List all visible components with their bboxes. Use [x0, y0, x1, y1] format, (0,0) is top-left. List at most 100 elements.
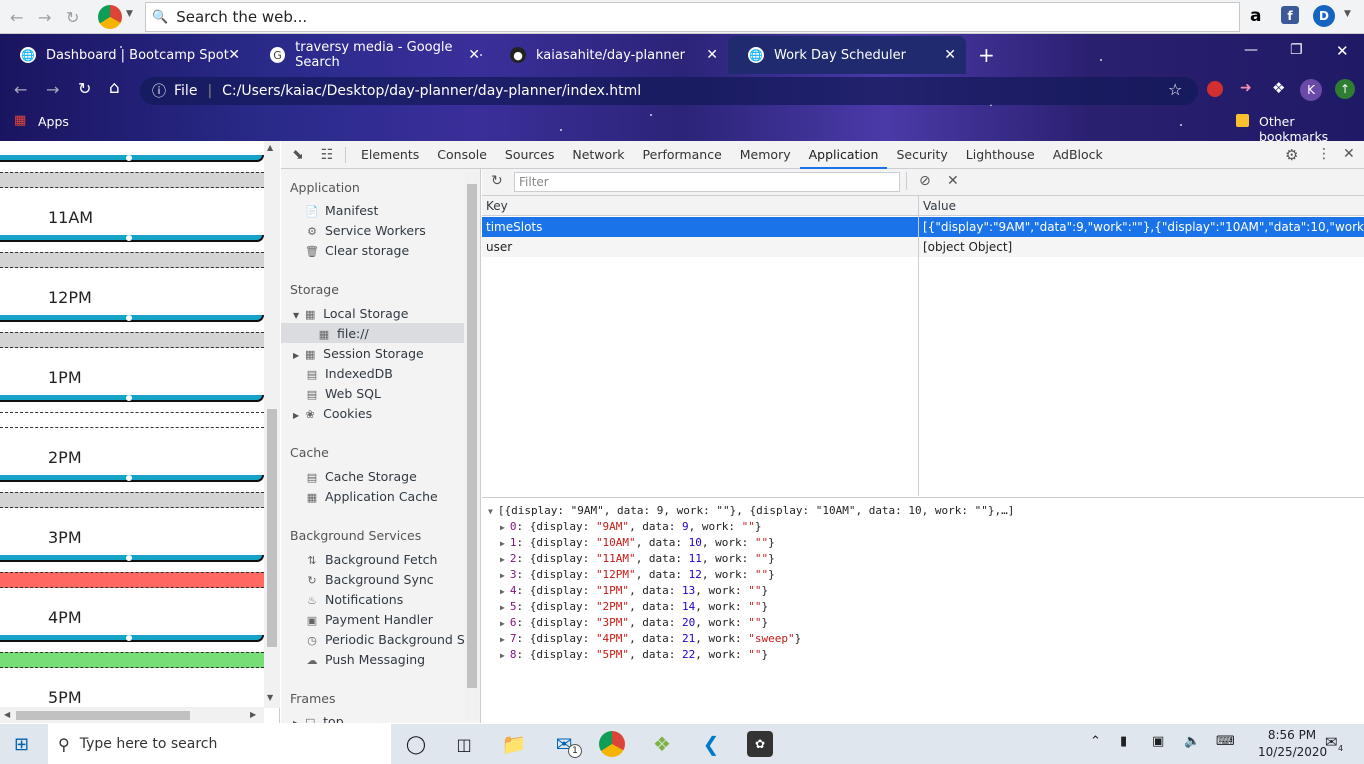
amazon-icon[interactable]: a	[1250, 6, 1261, 26]
bookmark-apps[interactable]: Apps	[38, 114, 69, 129]
info-icon[interactable]: ⓘ	[152, 81, 166, 101]
forward-icon[interactable]: →	[38, 8, 51, 27]
tab-work-day-scheduler[interactable]: 🌐 Work Day Scheduler ✕	[728, 36, 966, 74]
more-menu-icon[interactable]: ⋮	[1317, 146, 1331, 162]
expand-icon[interactable]: ▶	[500, 523, 505, 532]
column-header-value[interactable]: Value	[919, 196, 1364, 216]
back-icon[interactable]: ←	[10, 8, 23, 27]
sidebar-item-background-fetch[interactable]: ⇅ Background Fetch	[305, 552, 437, 567]
chrome-taskbar-icon[interactable]	[599, 731, 625, 757]
battery-icon[interactable]: ▮	[1120, 734, 1127, 749]
preview-entry[interactable]: ▶ 1: {display: "10AM", data: 10, work: ""…	[500, 536, 775, 549]
collapse-icon[interactable]: ▼	[488, 507, 493, 516]
time-slot-past[interactable]	[0, 252, 264, 268]
back-icon[interactable]: ←	[14, 80, 27, 99]
inspect-icon[interactable]: ⬊	[281, 147, 315, 163]
expand-icon[interactable]: ▶	[293, 411, 299, 420]
preview-entry[interactable]: ▶ 5: {display: "2PM", data: 14, work: ""}	[500, 600, 768, 613]
sidebar-item-local-storage[interactable]: ▼ ▦ Local Storage	[293, 306, 408, 321]
windows-start-icon[interactable]: ⊞	[14, 734, 29, 755]
cortana-icon[interactable]: ◯	[402, 731, 430, 757]
expand-icon[interactable]: ▶	[500, 587, 505, 596]
sidebar-item-notifications[interactable]: ♨ Notifications	[305, 592, 403, 607]
home-icon[interactable]: ⌂	[109, 78, 120, 98]
preview-entry[interactable]: ▶ 3: {display: "12PM", data: 12, work: ""…	[500, 568, 775, 581]
tab-application[interactable]: Application	[799, 141, 888, 169]
expand-icon[interactable]: ▶	[500, 651, 505, 660]
sidebar-item-manifest[interactable]: 📄 Manifest	[305, 203, 378, 218]
close-icon[interactable]: ✕	[944, 47, 956, 63]
chrome-logo-icon[interactable]	[98, 5, 122, 29]
sidebar-item-service-workers[interactable]: ⚙ Service Workers	[305, 223, 426, 238]
scroll-down-icon[interactable]: ▼	[267, 693, 273, 702]
clock-date[interactable]: 10/25/2020	[1258, 745, 1327, 759]
update-icon[interactable]: ↑	[1335, 79, 1355, 99]
delete-selected-icon[interactable]: ✕	[947, 173, 959, 189]
scroll-right-icon[interactable]: ▶	[250, 710, 256, 719]
preview-entry[interactable]: ▶ 6: {display: "3PM", data: 20, work: ""}	[500, 616, 768, 629]
row-key[interactable]: user	[482, 237, 918, 257]
expand-icon[interactable]: ▶	[500, 555, 505, 564]
vscode-icon[interactable]: ❮	[697, 731, 725, 757]
scroll-left-icon[interactable]: ◀	[4, 710, 10, 719]
sidebar-item-websql[interactable]: ▤ Web SQL	[305, 386, 381, 401]
close-icon[interactable]: ✕	[1343, 146, 1355, 162]
sidebar-item-frame-top[interactable]: ▶□top	[293, 714, 344, 723]
expand-icon[interactable]: ▶	[293, 719, 299, 723]
scrollbar-thumb[interactable]	[267, 409, 277, 647]
task-view-icon[interactable]: ◫	[450, 731, 478, 757]
preview-entry[interactable]: ▶ 0: {display: "9AM", data: 9, work: ""}	[500, 520, 762, 533]
preview-summary[interactable]: ▼ [{display: "9AM", data: 9, work: ""}, {…	[488, 504, 1014, 517]
avatar[interactable]: K	[1300, 79, 1322, 101]
filter-input[interactable]: Filter	[514, 172, 900, 192]
sidebar-item-background-sync[interactable]: ↻ Background Sync	[305, 572, 433, 587]
taskbar-search[interactable]: ⚲ Type here to search	[48, 724, 391, 764]
time-slot-present[interactable]	[0, 572, 264, 588]
dashlane-icon[interactable]: D	[1313, 5, 1335, 27]
close-icon[interactable]: ✕	[468, 47, 480, 63]
forward-icon[interactable]: →	[46, 80, 59, 99]
file-explorer-icon[interactable]: 📁	[500, 731, 528, 757]
close-icon[interactable]: ✕	[228, 47, 240, 63]
sidebar-item-indexeddb[interactable]: ▤ IndexedDB	[305, 366, 393, 381]
expand-icon[interactable]: ▶	[500, 571, 505, 580]
preview-entry[interactable]: ▶ 4: {display: "1PM", data: 13, work: ""}	[500, 584, 768, 597]
expand-icon[interactable]: ▶	[293, 351, 299, 360]
row-value[interactable]: [object Object]	[919, 237, 1364, 257]
preview-entry[interactable]: ▶ 7: {display: "4PM", data: 21, work: "sw…	[500, 632, 801, 645]
web-search-input[interactable]: 🔍 Search the web...	[145, 2, 1240, 32]
expand-icon[interactable]: ▼	[293, 311, 299, 320]
page-vertical-scrollbar[interactable]: ▲ ▼	[264, 141, 280, 708]
minimize-icon[interactable]: —	[1244, 42, 1258, 58]
tab-lighthouse[interactable]: Lighthouse	[957, 141, 1044, 169]
row-value[interactable]: [{"display":"9AM","data":9,"work":""},{"…	[919, 217, 1364, 237]
new-tab-icon[interactable]: +	[978, 43, 995, 67]
close-window-icon[interactable]: ✕	[1336, 42, 1349, 60]
scroll-up-icon[interactable]: ▲	[267, 143, 273, 152]
slack-icon[interactable]: ✿	[747, 731, 773, 757]
sidebar-item-periodic-sync[interactable]: ◷ Periodic Background Sync	[305, 632, 480, 647]
close-icon[interactable]: ✕	[706, 47, 718, 63]
apps-grid-icon[interactable]: ▦	[14, 113, 26, 128]
tab-memory[interactable]: Memory	[731, 141, 800, 169]
tab-performance[interactable]: Performance	[634, 141, 731, 169]
bookmark-other[interactable]: Other bookmarks	[1259, 114, 1364, 144]
tab-sources[interactable]: Sources	[496, 141, 563, 169]
chevron-down-icon[interactable]: ▼	[126, 9, 133, 19]
network-icon[interactable]: ▣	[1152, 734, 1164, 749]
expand-icon[interactable]: ▶	[500, 603, 505, 612]
page-horizontal-scrollbar[interactable]: ◀ ▶	[0, 707, 264, 723]
sidebar-item-session-storage[interactable]: ▶ ▦ Session Storage	[293, 346, 424, 361]
notification-center-icon[interactable]: ✉	[1325, 733, 1338, 751]
tab-security[interactable]: Security	[887, 141, 956, 169]
time-slot-past[interactable]	[0, 492, 264, 508]
tab-google-search[interactable]: G traversy media - Google Search ✕	[250, 36, 490, 74]
expand-icon[interactable]: ▶	[500, 635, 505, 644]
address-bar[interactable]: ⓘ File | C:/Users/kaiac/Desktop/day-plan…	[140, 77, 1198, 105]
chevron-up-icon[interactable]: ⌃	[1090, 734, 1101, 749]
preview-entry[interactable]: ▶ 2: {display: "11AM", data: 11, work: ""…	[500, 552, 775, 565]
time-slot-past[interactable]	[0, 332, 264, 348]
device-toggle-icon[interactable]: ☷	[315, 147, 339, 163]
clock-time[interactable]: 8:56 PM	[1262, 728, 1322, 742]
reload-icon[interactable]: ↻	[66, 8, 79, 27]
